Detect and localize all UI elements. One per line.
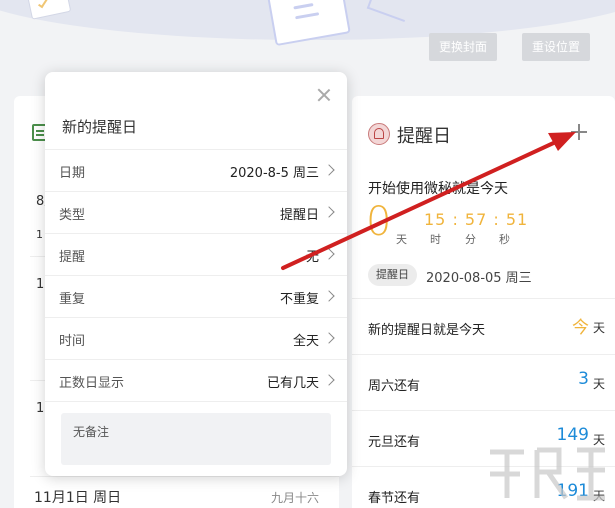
field-label: 重复 bbox=[59, 292, 86, 307]
countdown-unit: 天 bbox=[592, 489, 605, 503]
countdown-name: 周六还有 bbox=[368, 379, 421, 394]
field-value: 已有几天 bbox=[266, 376, 319, 391]
countdown-value: 149 bbox=[556, 425, 589, 445]
field-value: 不重复 bbox=[279, 292, 319, 307]
countdown-unit: 天 bbox=[592, 321, 605, 335]
field-value: 全天 bbox=[292, 334, 319, 349]
field-label: 正数日显示 bbox=[59, 376, 125, 391]
countdown-name: 春节还有 bbox=[368, 491, 421, 506]
countdown-value: 191 bbox=[556, 481, 589, 501]
countdown-name: 新的提醒日就是今天 bbox=[368, 323, 486, 338]
new-reminder-dialog: 新的提醒日 日期 2020-8-5 周三 类型 提醒日 提醒 无 重复 不重复 … bbox=[45, 72, 347, 476]
field-time[interactable]: 时间 全天 bbox=[45, 317, 347, 359]
chevron-right-icon bbox=[323, 374, 335, 386]
type-badge: 提醒日 bbox=[368, 264, 417, 286]
field-reminder[interactable]: 提醒 无 bbox=[45, 233, 347, 275]
chevron-right-icon bbox=[323, 206, 335, 218]
change-cover-button[interactable]: 更换封面 bbox=[429, 33, 498, 61]
field-value: 2020-8-5 周三 bbox=[229, 166, 319, 181]
field-value: 提醒日 bbox=[279, 208, 319, 223]
dialog-title: 新的提醒日 bbox=[62, 118, 138, 136]
chevron-right-icon bbox=[323, 248, 335, 260]
panel-title: 提醒日 bbox=[397, 126, 451, 147]
list-date[interactable]: 11月1日 周日 bbox=[34, 487, 121, 507]
close-icon[interactable] bbox=[317, 88, 331, 102]
lunar-date: 九月十六 bbox=[270, 491, 319, 505]
countdown-unit: 天 bbox=[592, 377, 605, 391]
days-count: 0 bbox=[366, 199, 392, 245]
field-label: 提醒 bbox=[59, 250, 86, 265]
countdown-row[interactable]: 周六还有 3 天 bbox=[352, 354, 615, 410]
countdown-row[interactable]: 春节还有 191 天 bbox=[352, 466, 615, 508]
note-field[interactable]: 无备注 bbox=[61, 413, 331, 465]
bell-icon bbox=[368, 123, 390, 145]
event-date: 2020-08-05 周三 bbox=[426, 271, 532, 286]
countdown-timer: 15 : 57 : 51 bbox=[424, 210, 529, 229]
hour-unit: 时 bbox=[430, 233, 441, 246]
field-label: 时间 bbox=[59, 334, 86, 349]
field-positive-days[interactable]: 正数日显示 已有几天 bbox=[45, 359, 347, 401]
countdown-value: 3 bbox=[578, 369, 589, 389]
dialog-divider bbox=[45, 401, 347, 402]
note-placeholder: 无备注 bbox=[73, 425, 110, 439]
second-unit: 秒 bbox=[499, 233, 510, 246]
field-repeat[interactable]: 重复 不重复 bbox=[45, 275, 347, 317]
add-reminder-button[interactable] bbox=[571, 124, 587, 140]
event-title: 开始使用微秘就是今天 bbox=[368, 181, 508, 197]
field-label: 日期 bbox=[59, 166, 86, 181]
day-fragment: 1 bbox=[36, 228, 43, 241]
field-value: 无 bbox=[305, 250, 319, 265]
field-type[interactable]: 类型 提醒日 bbox=[45, 191, 347, 233]
chevron-right-icon bbox=[323, 290, 335, 302]
reset-position-button[interactable]: 重设位置 bbox=[522, 33, 591, 61]
countdown-row[interactable]: 元旦还有 149 天 bbox=[352, 410, 615, 466]
chevron-right-icon bbox=[323, 164, 335, 176]
countdown-name: 元旦还有 bbox=[368, 435, 421, 450]
days-unit: 天 bbox=[396, 233, 407, 246]
countdown-row[interactable]: 新的提醒日就是今天 今 天 bbox=[352, 298, 615, 354]
countdown-value: 今 bbox=[572, 318, 589, 338]
countdown-unit: 天 bbox=[592, 433, 605, 447]
field-label: 类型 bbox=[59, 208, 86, 223]
minute-unit: 分 bbox=[465, 233, 476, 246]
field-date[interactable]: 日期 2020-8-5 周三 bbox=[45, 149, 347, 191]
reminder-panel: 提醒日 开始使用微秘就是今天 0 天 15 : 57 : 51 时 分 秒 提醒… bbox=[352, 96, 615, 508]
chevron-right-icon bbox=[323, 332, 335, 344]
